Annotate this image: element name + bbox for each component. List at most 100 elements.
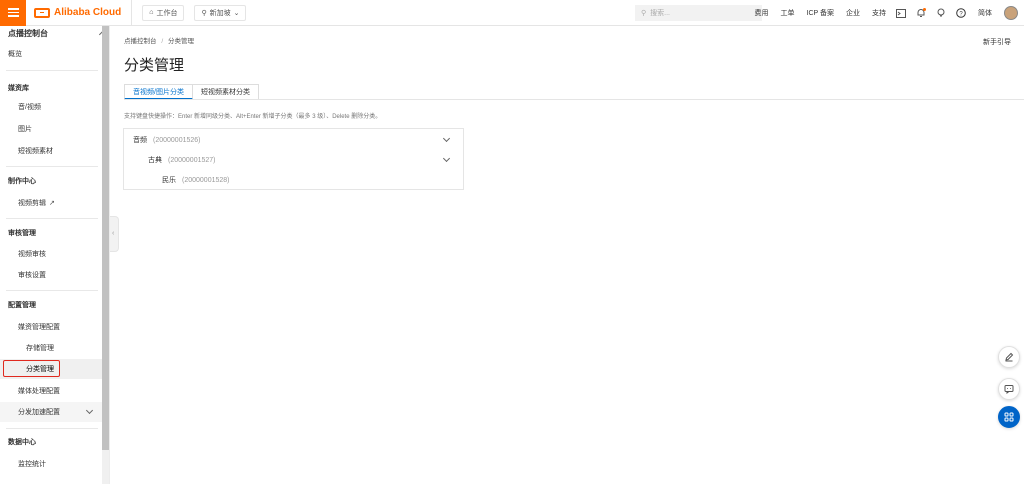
hamburger-menu-button[interactable]	[0, 0, 26, 26]
sidebar-item-label: 审核设置	[18, 272, 46, 279]
sidebar-item-label: 图片	[18, 126, 32, 133]
alibaba-cloud-logo[interactable]: Alibaba Cloud	[34, 0, 133, 26]
region-label: 新加坡	[209, 9, 231, 17]
workbench-button[interactable]: ⌂ 工作台	[142, 4, 185, 21]
sidebar-item-label: 媒体处理配置	[18, 388, 60, 395]
tabs-underline	[124, 99, 1024, 100]
tab-short-video-category[interactable]: 短视频素材分类	[192, 84, 259, 100]
sidebar-item-label: 音/视频	[18, 104, 41, 111]
sidebar-scrollbar[interactable]	[102, 26, 109, 484]
tree-node-name: 古典	[148, 157, 162, 164]
scrollbar-thumb[interactable]	[102, 26, 109, 450]
external-link-icon: ↗	[49, 200, 55, 207]
tree-node-id: (20000001527)	[168, 156, 216, 164]
sidebar-item-label: 短视频素材	[18, 148, 53, 155]
sidebar-item-label: 视频审核	[18, 251, 46, 258]
sidebar-item-video-editing[interactable]: 视频剪辑 ↗	[18, 193, 109, 213]
sidebar-item-overview[interactable]: 概览	[8, 44, 109, 64]
breadcrumb-separator: /	[161, 38, 164, 45]
logo-icon	[34, 7, 50, 18]
chevron-down-icon[interactable]	[442, 154, 451, 163]
divider	[6, 428, 98, 429]
page-title: 分类管理	[124, 57, 185, 74]
sidebar-item-monitoring[interactable]: 监控统计	[18, 454, 109, 474]
search-placeholder: 搜索...	[650, 10, 670, 17]
sidebar-collapse-toggle[interactable]: ‹	[110, 216, 119, 252]
feedback-edit-button[interactable]	[998, 346, 1020, 368]
link-billing[interactable]: 费用	[755, 8, 769, 18]
bell-icon[interactable]	[916, 8, 926, 18]
link-tickets[interactable]: 工单	[781, 8, 795, 18]
tree-node-level1[interactable]: 音频 (20000001526)	[133, 134, 201, 146]
chevron-down-icon	[85, 406, 94, 415]
tree-node-level3[interactable]: 民乐 (20000001528)	[162, 174, 230, 186]
sidebar-item-label: 分发加速配置	[18, 409, 60, 416]
sidebar-item-cdn[interactable]: 分发加速配置	[0, 402, 102, 422]
guide-link[interactable]: 新手引导	[983, 37, 1011, 47]
chat-button[interactable]	[998, 378, 1020, 400]
tree-node-id: (20000001526)	[153, 136, 201, 144]
sidebar-item-storage[interactable]: 存储管理	[26, 338, 109, 358]
tree-node-name: 音频	[133, 137, 147, 144]
section-config: 配置管理	[8, 302, 36, 309]
divider	[6, 166, 98, 167]
sidebar-item-media-config[interactable]: 媒资管理配置	[18, 317, 109, 337]
category-tabs: 音视频/图片分类 短视频素材分类	[124, 84, 259, 100]
sidebar-item-images[interactable]: 图片	[18, 119, 109, 139]
apps-grid-button[interactable]	[998, 406, 1020, 428]
sidebar-item-audio-video[interactable]: 音/视频	[18, 97, 109, 117]
top-links: 费用 工单 ICP 备案 企业 支持 ? 简体	[743, 0, 1024, 26]
breadcrumb: 点播控制台 / 分类管理	[124, 35, 194, 45]
sidebar-item-review-settings[interactable]: 审核设置	[18, 265, 109, 285]
tab-media-category[interactable]: 音视频/图片分类	[124, 84, 193, 100]
search-icon: ⚲	[641, 10, 647, 17]
chevron-left-icon: ‹	[112, 230, 115, 237]
chevron-down-icon: ⌄	[233, 9, 240, 17]
tree-node-level2[interactable]: 古典 (20000001527)	[148, 154, 216, 166]
sidebar-item-label: 视频剪辑	[18, 200, 46, 207]
section-data: 数据中心	[8, 439, 36, 446]
avatar[interactable]	[1004, 6, 1018, 20]
logo-text: Alibaba Cloud	[54, 7, 122, 18]
section-review: 审核管理	[8, 230, 36, 237]
region-selector[interactable]: ⚲ 新加坡 ⌄	[194, 4, 247, 21]
sidebar-item-label: 存储管理	[26, 345, 54, 352]
help-icon[interactable]: ?	[956, 8, 966, 18]
chat-icon	[1004, 385, 1014, 394]
grid-icon	[1004, 412, 1014, 422]
sidebar-item-label: 概览	[8, 51, 22, 58]
sidebar-item-video-review[interactable]: 视频审核	[18, 244, 109, 264]
tree-node-id: (20000001528)	[182, 176, 230, 184]
keyboard-hint: 支持键盘快捷操作：Enter 新增同级分类、Alt+Enter 新增子分类（最多…	[124, 114, 382, 120]
home-icon: ⌂	[149, 9, 154, 16]
language-switch[interactable]: 简体	[978, 8, 992, 18]
link-support[interactable]: 支持	[872, 8, 886, 18]
sidebar-item-short-video[interactable]: 短视频素材	[18, 141, 109, 161]
workbench-label: 工作台	[156, 9, 178, 17]
link-enterprise[interactable]: 企业	[846, 8, 860, 18]
divider	[6, 290, 98, 291]
sidebar: 点播控制台 概览 媒资库 音/视频 图片 短视频素材 制作中心 视频剪辑 ↗ 审…	[0, 26, 110, 484]
divider	[6, 218, 98, 219]
chevron-down-icon[interactable]	[442, 134, 451, 143]
tree-node-name: 民乐	[162, 177, 176, 184]
breadcrumb-current: 分类管理	[167, 38, 194, 45]
terminal-icon[interactable]	[896, 8, 906, 18]
sidebar-item-label: 媒资管理配置	[18, 324, 60, 331]
breadcrumb-root[interactable]: 点播控制台	[124, 38, 157, 45]
section-media: 媒资库	[8, 85, 29, 92]
top-navigation-bar: Alibaba Cloud ⌂ 工作台 ⚲ 新加坡 ⌄ ⚲ 搜索... 费用 工…	[0, 0, 1024, 26]
selected-highlight-box	[3, 360, 60, 377]
sidebar-item-category-active[interactable]: 分类管理	[0, 359, 102, 379]
pencil-icon	[1005, 352, 1014, 362]
location-icon: ⚲	[201, 9, 207, 17]
sidebar-item-processing[interactable]: 媒体处理配置	[18, 381, 109, 401]
lightbulb-icon[interactable]	[936, 8, 946, 18]
notification-dot	[923, 8, 926, 11]
category-tree: 音频 (20000001526) 古典 (20000001527) 民乐 (20…	[123, 128, 464, 190]
section-production: 制作中心	[8, 178, 36, 185]
sidebar-header: 点播控制台	[8, 28, 48, 38]
link-icp[interactable]: ICP 备案	[807, 8, 835, 18]
divider	[6, 70, 98, 71]
sidebar-item-label: 监控统计	[18, 461, 46, 468]
